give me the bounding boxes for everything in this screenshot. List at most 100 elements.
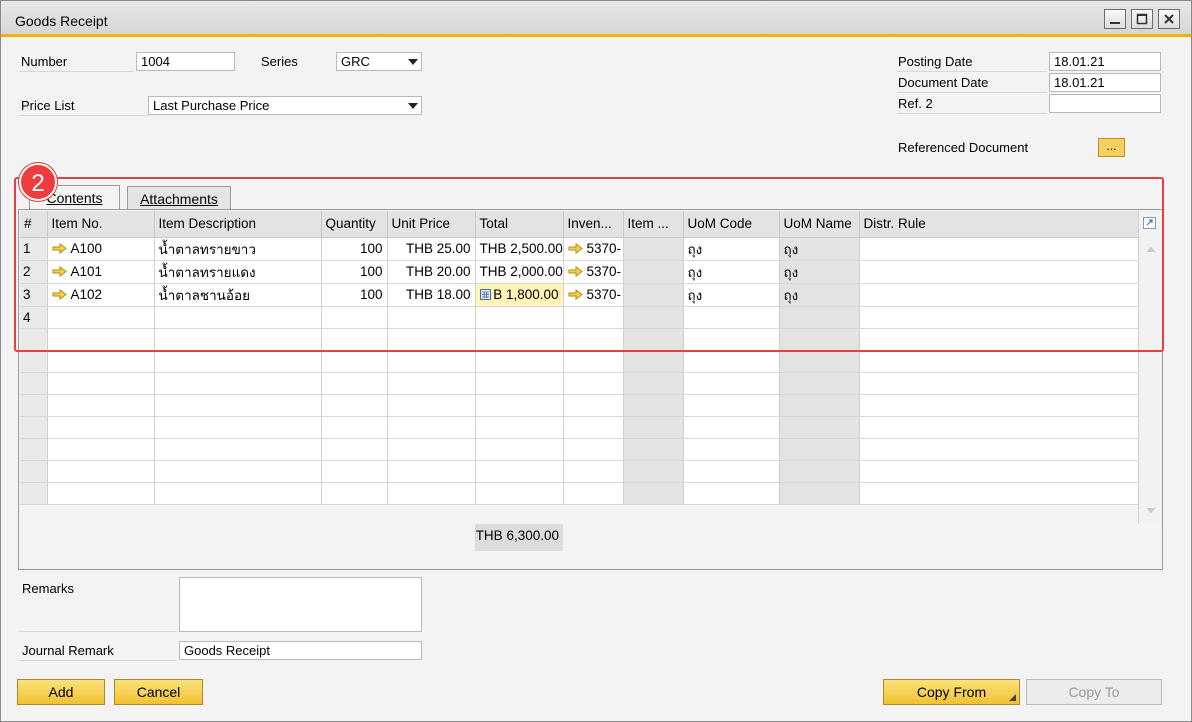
empty-cell[interactable] [387,460,476,483]
total-cell-active[interactable]: B 1,800.00 [475,283,564,307]
scroll-down-icon[interactable] [1144,506,1158,516]
distr-rule-cell[interactable] [859,283,1139,307]
empty-row[interactable] [20,350,1139,373]
grid-scrollbar[interactable] [1138,211,1162,524]
empty-cell[interactable] [623,372,684,395]
empty-cell[interactable] [475,350,564,373]
link-arrow-icon[interactable] [568,243,583,254]
expand-icon[interactable] [1143,217,1157,229]
empty-cell[interactable] [387,482,476,505]
empty-row[interactable] [20,328,1139,351]
unit-price-cell[interactable]: THB 25.00 [387,237,476,261]
total-cell[interactable] [475,306,564,329]
empty-cell[interactable] [623,416,684,439]
link-arrow-icon[interactable] [52,289,67,300]
column-header[interactable]: UoM Code [683,211,780,238]
empty-cell[interactable] [387,438,476,461]
empty-cell[interactable] [859,350,1139,373]
quantity-cell[interactable] [321,306,388,329]
empty-cell[interactable] [321,438,388,461]
empty-cell[interactable] [154,394,322,417]
empty-row[interactable] [20,482,1139,505]
unit-price-cell[interactable] [387,306,476,329]
empty-cell[interactable] [779,438,860,461]
calculator-icon[interactable] [480,289,492,300]
empty-cell[interactable] [47,394,155,417]
empty-cell[interactable] [475,460,564,483]
empty-cell[interactable] [563,350,624,373]
distr-rule-cell[interactable] [859,260,1139,284]
empty-cell[interactable] [387,372,476,395]
column-header[interactable]: Item ... [623,211,684,238]
empty-cell[interactable] [623,328,684,351]
item-no-cell[interactable]: A101 [47,260,155,284]
link-arrow-icon[interactable] [568,289,583,300]
empty-cell[interactable] [683,394,780,417]
empty-cell[interactable] [779,460,860,483]
empty-cell[interactable] [387,416,476,439]
inventory-cell[interactable]: 5370- [563,260,624,284]
close-icon[interactable] [1158,9,1180,29]
number-field[interactable]: 1004 [136,52,235,71]
inventory-cell[interactable]: 5370- [563,237,624,261]
title-bar[interactable]: Goods Receipt [1,1,1191,37]
empty-cell[interactable] [154,350,322,373]
description-cell[interactable]: น้ำตาลชานอ้อย [154,283,322,307]
empty-cell[interactable] [859,372,1139,395]
empty-cell[interactable] [321,328,388,351]
chevron-down-icon[interactable] [408,59,418,65]
empty-cell[interactable] [779,394,860,417]
quantity-cell[interactable]: 100 [321,260,388,284]
empty-cell[interactable] [779,482,860,505]
empty-cell[interactable] [154,416,322,439]
ref2-field[interactable] [1049,94,1161,113]
empty-cell[interactable] [47,460,155,483]
item-no-cell[interactable]: A102 [47,283,155,307]
distr-rule-cell[interactable] [859,306,1139,329]
table-row[interactable]: 1 A100 น้ำตาลทรายขาว 100 THB 25.00 THB 2… [20,237,1139,261]
empty-cell[interactable] [859,438,1139,461]
empty-cell[interactable] [47,416,155,439]
empty-cell[interactable] [563,372,624,395]
empty-cell[interactable] [683,328,780,351]
empty-cell[interactable] [154,438,322,461]
empty-cell[interactable] [683,460,780,483]
link-arrow-icon[interactable] [568,266,583,277]
empty-cell[interactable] [387,350,476,373]
unit-price-cell[interactable]: THB 20.00 [387,260,476,284]
empty-row[interactable] [20,394,1139,417]
cancel-button[interactable]: Cancel [114,679,203,705]
add-button[interactable]: Add [17,679,105,705]
description-cell[interactable] [154,306,322,329]
link-arrow-icon[interactable] [52,243,67,254]
item-no-cell[interactable] [47,306,155,329]
empty-cell[interactable] [47,350,155,373]
empty-cell[interactable] [859,394,1139,417]
inventory-cell[interactable]: 5370- [563,283,624,307]
posting-date-field[interactable]: 18.01.21 [1049,52,1161,71]
price-list-select[interactable]: Last Purchase Price [148,96,422,115]
table-row[interactable]: 4 [20,306,1139,329]
inventory-cell[interactable] [563,306,624,329]
empty-cell[interactable] [154,372,322,395]
column-header[interactable]: Quantity [321,211,388,238]
empty-cell[interactable] [563,328,624,351]
series-select[interactable]: GRC [336,52,422,71]
empty-cell[interactable] [321,460,388,483]
empty-cell[interactable] [683,482,780,505]
unit-price-cell[interactable]: THB 18.00 [387,283,476,307]
column-header[interactable]: Unit Price [387,211,476,238]
minimize-icon[interactable] [1104,9,1126,29]
tab-attachments[interactable]: Attachments [127,186,231,211]
empty-cell[interactable] [563,394,624,417]
column-header[interactable]: Inven... [563,211,624,238]
table-row[interactable]: 3 A102 น้ำตาลชานอ้อย 100 THB 18.00 B 1,8… [20,283,1139,307]
empty-cell[interactable] [683,372,780,395]
column-header[interactable]: Total [475,211,564,238]
maximize-icon[interactable] [1131,9,1153,29]
uom-code-cell[interactable]: ถุง [683,283,780,307]
document-date-field[interactable]: 18.01.21 [1049,73,1161,92]
empty-cell[interactable] [779,416,860,439]
description-cell[interactable]: น้ำตาลทรายแดง [154,260,322,284]
empty-cell[interactable] [859,328,1139,351]
